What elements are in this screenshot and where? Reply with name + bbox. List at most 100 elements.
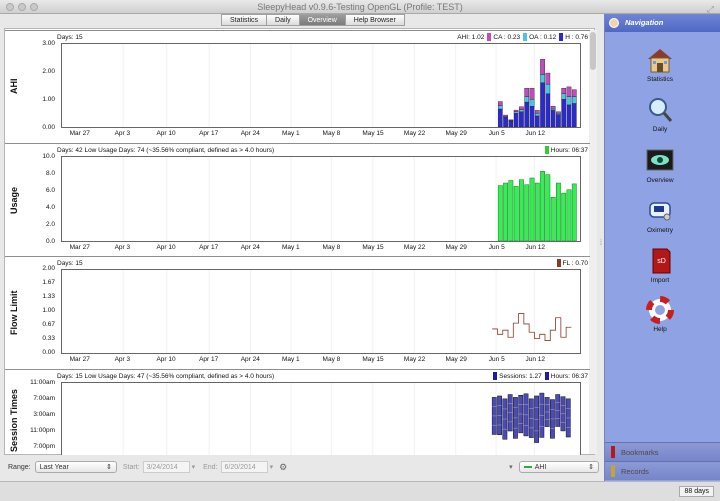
usage-y-tick: 4.0 (45, 204, 55, 211)
ahi-bar-oa (556, 112, 561, 115)
ahi-bar-ca (550, 106, 556, 110)
legend-ahi: AHI: 1.02 (457, 33, 485, 41)
ahi-bar-ca (519, 106, 524, 110)
x-tick-label: Apr 24 (240, 356, 260, 363)
plot-fl-svg (122, 270, 572, 353)
sidebar-item-oximetry[interactable]: Oximetry (631, 197, 689, 234)
window-title: SleepyHead v0.9.6-Testing OpenGL (Profil… (257, 2, 463, 12)
ahi-bar-ca (497, 101, 503, 106)
session-y-tick: 11:00pm (30, 427, 55, 434)
legend-oa: OA : 0.12 (523, 33, 556, 41)
ahi-bar-ca (508, 119, 514, 121)
navigation-header[interactable]: Navigation (605, 14, 720, 32)
flow-limit-x-axis: Mar 27 Apr 3 Apr 10 Apr 17 Apr 24 May 1 May 8 M… (61, 356, 581, 366)
tab-statistics[interactable]: Statistics (221, 14, 268, 26)
ahi-bar-h (571, 103, 577, 127)
x-tick-label: May 29 (445, 244, 467, 251)
graph-scrollbar[interactable] (589, 30, 597, 454)
x-tick-label: May 1 (281, 244, 300, 251)
ahi-bar-ca (524, 88, 530, 97)
ahi-legend: AHI: 1.02 CA : 0.23 OA : 0.12 H : 0.76 (457, 33, 588, 41)
usage-bar (503, 182, 508, 241)
range-label: Range: (8, 463, 31, 471)
ahi-bar-oa (519, 109, 524, 112)
usage-bar (545, 174, 551, 241)
flow-limit-plot[interactable] (61, 269, 581, 354)
ahi-bar-ca (571, 89, 577, 97)
flow-limit-days-summary: Days: 15 (57, 260, 83, 267)
ahi-bar-h (524, 101, 530, 127)
ahi-days-summary: Days: 15 (57, 34, 83, 41)
end-date-field[interactable]: 6/20/2014 (220, 461, 268, 473)
sidebar-item-overview[interactable]: Overview (631, 147, 689, 184)
usage-bar (556, 182, 561, 241)
x-tick-label: Apr 10 (156, 244, 176, 251)
start-date-field[interactable]: 3/24/2014 (142, 461, 190, 473)
sidebar-records[interactable]: Records (605, 461, 720, 480)
x-tick-label: Jun 5 (488, 244, 505, 251)
usage-bar (571, 183, 577, 241)
minimize-window-button[interactable] (18, 3, 26, 11)
usage-y-tick: 2.0 (45, 221, 55, 228)
usage-y-tick: 8.0 (45, 170, 55, 177)
usage-bar (519, 179, 524, 241)
plot-ahi-svg (122, 44, 577, 127)
ahi-bar-oa (497, 105, 503, 110)
start-label: Start: (122, 463, 140, 471)
usage-y-tick: 0.0 (45, 238, 55, 245)
sidebar-bookmarks[interactable]: Bookmarks (605, 442, 720, 461)
usage-x-axis: Mar 27 Apr 3 Apr 10 Apr 17 Apr 24 May 1 May 8 M… (61, 244, 581, 254)
x-tick-label: May 29 (445, 130, 467, 137)
session-times-plot[interactable] (61, 382, 581, 455)
ahi-bar-ca (540, 59, 545, 75)
graph-select[interactable]: AHI ⇕ (518, 461, 599, 473)
ahi-axis-label: AHI (9, 78, 19, 95)
x-tick-label: May 8 (322, 130, 341, 137)
svg-text:sD: sD (657, 258, 666, 265)
x-tick-label: May 15 (362, 130, 384, 137)
ahi-bar-ca (556, 111, 561, 114)
legend-h: H : 0.76 (559, 33, 588, 41)
usage-bar (550, 197, 556, 241)
sidebar-item-statistics[interactable]: Statistics (631, 46, 689, 83)
usage-y-tick: 6.0 (45, 187, 55, 194)
session-times-graph: Session Times Days: 15 Low Usage Days: 4… (5, 369, 590, 455)
usage-bar (566, 189, 572, 241)
tab-help-browser[interactable]: Help Browser (344, 14, 405, 26)
ahi-plot[interactable] (61, 43, 581, 128)
flow-limit-y-tick: 0.67 (42, 321, 55, 328)
ahi-bar-oa (534, 112, 540, 117)
oximeter-icon (645, 197, 675, 225)
usage-compliance-summary: Days: 42 Low Usage Days: 74 (~35.56% com… (57, 147, 275, 154)
x-tick-label: May 1 (281, 130, 300, 137)
x-tick-label: Apr 17 (199, 356, 219, 363)
zoom-window-button[interactable] (30, 3, 38, 11)
ahi-bar-ca (566, 86, 572, 97)
x-tick-label: May 8 (322, 244, 341, 251)
start-date-dropdown-icon[interactable]: ▾ (192, 463, 196, 471)
x-tick-label: Apr 10 (156, 130, 176, 137)
sidebar-item-daily[interactable]: Daily (631, 96, 689, 133)
sidebar-item-import[interactable]: sD Import (631, 247, 689, 284)
gear-icon[interactable]: ⚙ (279, 462, 287, 473)
ahi-bar-h (550, 110, 556, 127)
x-tick-label: May 22 (403, 130, 426, 137)
close-window-button[interactable] (6, 3, 14, 11)
ahi-y-tick: 1.00 (42, 96, 55, 103)
ahi-bar-h (529, 106, 535, 127)
range-select[interactable]: Last Year ⇕ (34, 461, 117, 473)
tab-overview[interactable]: Overview (298, 14, 346, 26)
x-tick-label: Jun 12 (525, 356, 545, 363)
session-times-axis-label: Session Times (9, 389, 19, 452)
sidebar-item-help[interactable]: Help (631, 296, 689, 333)
tab-daily[interactable]: Daily (266, 14, 300, 26)
navigation-sidebar: Navigation Statistics Daily Overview Oxi… (604, 14, 720, 481)
x-tick-label: Apr 17 (199, 130, 219, 137)
usage-plot[interactable] (61, 156, 581, 242)
scrollbar-thumb[interactable] (590, 32, 596, 70)
end-date-dropdown-icon[interactable]: ▾ (270, 463, 274, 471)
ahi-bar-oa (524, 96, 530, 103)
graph-filter-icon[interactable]: ▾ (509, 463, 513, 471)
ahi-bar-h (519, 111, 524, 127)
splitter-handle[interactable]: ⁞ (600, 240, 602, 247)
